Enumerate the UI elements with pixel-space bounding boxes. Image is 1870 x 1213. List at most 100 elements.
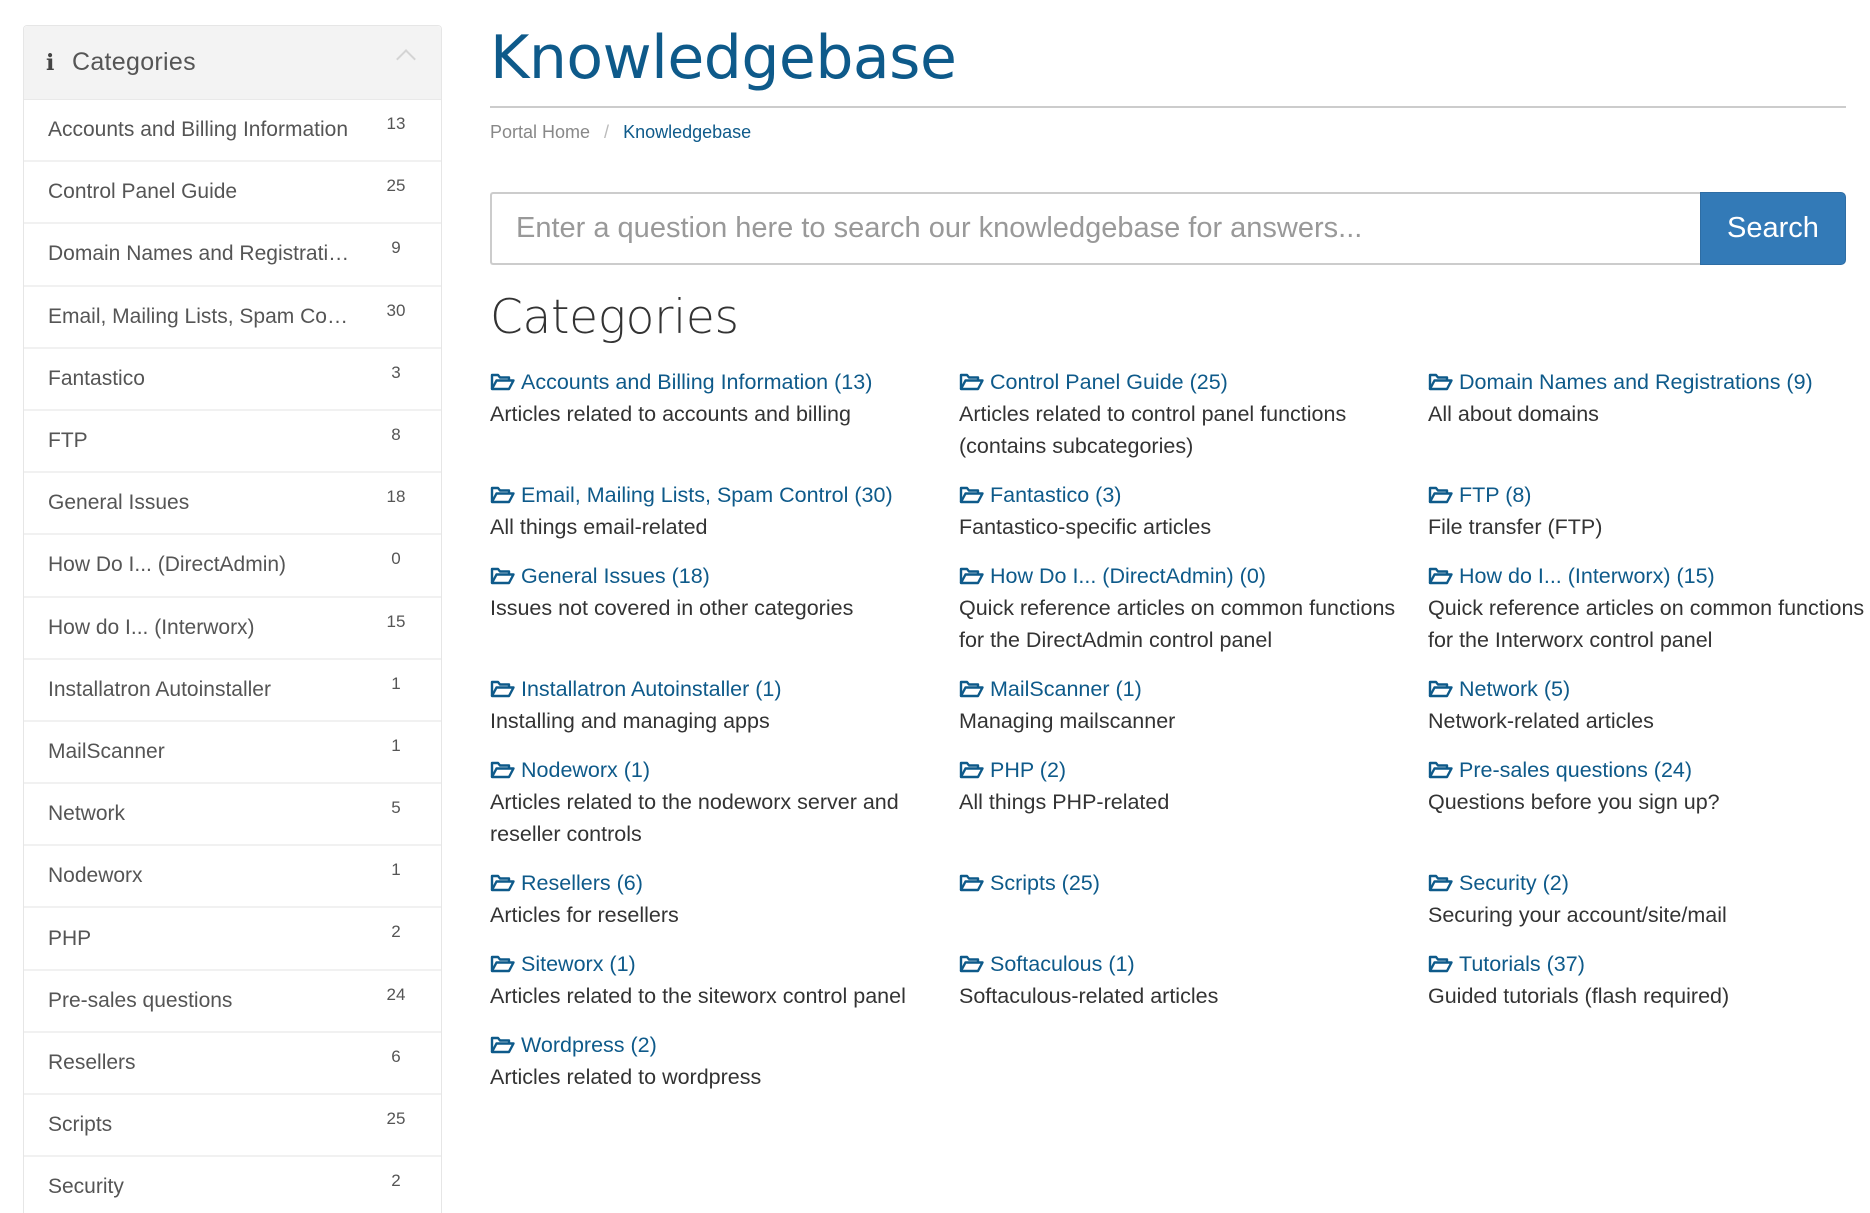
sidebar-item-count-badge: 0 bbox=[391, 549, 401, 569]
search-input[interactable] bbox=[490, 192, 1700, 265]
sidebar-item-label: Fantastico bbox=[48, 366, 145, 390]
sidebar-item-count-badge: 2 bbox=[391, 1171, 401, 1191]
sidebar-item-label: Nodeworx bbox=[48, 864, 143, 888]
category-link-text: FTP (8) bbox=[1459, 483, 1532, 507]
page-title: Knowledgebase bbox=[490, 23, 957, 93]
sidebar-item[interactable]: PHP 2 bbox=[24, 908, 441, 971]
sidebar-item[interactable]: Accounts and Billing Information 13 bbox=[24, 100, 441, 163]
category-description: Issues not covered in other categories bbox=[490, 596, 854, 620]
category-link[interactable]: Resellers (6) bbox=[490, 871, 643, 895]
sidebar-item[interactable]: Control Panel Guide 25 bbox=[24, 162, 441, 225]
category-link[interactable]: Softaculous (1) bbox=[959, 952, 1135, 976]
category-link-text: Tutorials (37) bbox=[1459, 952, 1585, 976]
sidebar-item[interactable]: Domain Names and Registrations 9 bbox=[24, 224, 441, 287]
sidebar-item[interactable]: General Issues 18 bbox=[24, 473, 441, 536]
folder-open-icon bbox=[1428, 955, 1453, 973]
folder-open-icon bbox=[1428, 761, 1453, 779]
breadcrumb-portal-home[interactable]: Portal Home bbox=[490, 122, 590, 143]
category-link[interactable]: Scripts (25) bbox=[959, 871, 1100, 895]
category-description: Questions before you sign up? bbox=[1428, 790, 1720, 814]
category-card: Pre-sales questions (24) Questions befor… bbox=[1428, 754, 1870, 850]
breadcrumb: Portal Home / Knowledgebase bbox=[490, 122, 751, 143]
category-card: How do I... (Interworx) (15) Quick refer… bbox=[1428, 560, 1870, 656]
folder-open-icon bbox=[490, 567, 515, 585]
folder-open-icon bbox=[490, 1036, 515, 1054]
sidebar-item-count-badge: 9 bbox=[391, 238, 401, 258]
folder-open-icon bbox=[959, 373, 984, 391]
sidebar-item-label: Accounts and Billing Information bbox=[48, 118, 348, 142]
category-link[interactable]: Network (5) bbox=[1428, 677, 1570, 701]
sidebar-item[interactable]: MailScanner 1 bbox=[24, 722, 441, 785]
info-icon: i bbox=[46, 49, 55, 76]
sidebar-item-count-badge: 3 bbox=[391, 362, 401, 382]
sidebar-item[interactable]: Resellers 6 bbox=[24, 1033, 441, 1095]
breadcrumb-separator: / bbox=[604, 122, 610, 142]
sidebar-item[interactable]: How do I... (Interworx) 15 bbox=[24, 598, 441, 660]
category-link[interactable]: Fantastico (3) bbox=[959, 483, 1121, 507]
sidebar-item-count-badge: 15 bbox=[386, 611, 406, 631]
folder-open-icon bbox=[1428, 680, 1453, 698]
category-link[interactable]: PHP (2) bbox=[959, 758, 1066, 782]
category-card: Fantastico (3) Fantastico-specific artic… bbox=[959, 479, 1428, 543]
folder-open-icon bbox=[959, 761, 984, 779]
category-card: How Do I... (DirectAdmin) (0) Quick refe… bbox=[959, 560, 1428, 656]
sidebar-item-label: Pre-sales questions bbox=[48, 988, 233, 1012]
search-form: Search bbox=[490, 192, 1846, 265]
sidebar-item[interactable]: Nodeworx 1 bbox=[24, 846, 441, 909]
category-link[interactable]: Nodeworx (1) bbox=[490, 758, 650, 782]
category-description: Securing your account/site/mail bbox=[1428, 903, 1727, 927]
folder-open-icon bbox=[1428, 373, 1453, 391]
category-description: Network-related articles bbox=[1428, 709, 1654, 733]
category-link-text: PHP (2) bbox=[990, 758, 1067, 782]
category-link[interactable]: Installatron Autoinstaller (1) bbox=[490, 677, 782, 701]
category-description: Articles for resellers bbox=[490, 903, 679, 927]
category-link[interactable]: MailScanner (1) bbox=[959, 677, 1142, 701]
sidebar-item-count-badge: 18 bbox=[386, 487, 406, 507]
category-link[interactable]: Siteworx (1) bbox=[490, 952, 636, 976]
category-link[interactable]: Email, Mailing Lists, Spam Control (30) bbox=[490, 483, 893, 507]
folder-open-icon bbox=[959, 486, 984, 504]
breadcrumb-current[interactable]: Knowledgebase bbox=[623, 122, 751, 143]
category-link[interactable]: FTP (8) bbox=[1428, 483, 1531, 507]
folder-open-icon bbox=[490, 373, 515, 391]
category-link-text: Scripts (25) bbox=[990, 871, 1100, 895]
chevron-up-icon[interactable] bbox=[396, 49, 416, 69]
category-link[interactable]: General Issues (18) bbox=[490, 564, 710, 588]
category-link[interactable]: How Do I... (DirectAdmin) (0) bbox=[959, 564, 1266, 588]
sidebar-item[interactable]: Scripts 25 bbox=[24, 1095, 441, 1158]
category-description: All things email-related bbox=[490, 515, 708, 539]
sidebar-item-label: PHP bbox=[48, 926, 92, 950]
categories-sidebar: i Categories Accounts and Billing Inform… bbox=[23, 25, 442, 1213]
category-card: Accounts and Billing Information (13) Ar… bbox=[490, 366, 959, 462]
category-link[interactable]: Domain Names and Registrations (9) bbox=[1428, 370, 1813, 394]
category-link-text: How Do I... (DirectAdmin) (0) bbox=[990, 564, 1266, 588]
category-description: Guided tutorials (flash required) bbox=[1428, 984, 1730, 1008]
sidebar-item[interactable]: Security 2 bbox=[24, 1157, 441, 1213]
sidebar-item[interactable]: Network 5 bbox=[24, 784, 441, 847]
category-link[interactable]: Control Panel Guide (25) bbox=[959, 370, 1228, 394]
category-link-text: Nodeworx (1) bbox=[521, 758, 651, 782]
category-link[interactable]: Pre-sales questions (24) bbox=[1428, 758, 1692, 782]
sidebar-item[interactable]: How Do I... (DirectAdmin) 0 bbox=[24, 535, 441, 598]
sidebar-item-count-badge: 24 bbox=[386, 984, 406, 1004]
sidebar-item-count-badge: 25 bbox=[386, 1109, 406, 1128]
category-link[interactable]: Security (2) bbox=[1428, 871, 1569, 895]
sidebar-item-label: Scripts bbox=[48, 1113, 113, 1137]
category-link[interactable]: Wordpress (2) bbox=[490, 1033, 657, 1057]
search-button[interactable]: Search bbox=[1700, 192, 1846, 265]
sidebar-item[interactable]: Installatron Autoinstaller 1 bbox=[24, 660, 441, 722]
sidebar-category-list: Accounts and Billing Information 13 Cont… bbox=[24, 100, 441, 1213]
category-description: File transfer (FTP) bbox=[1428, 515, 1603, 539]
folder-open-icon bbox=[1428, 874, 1453, 892]
category-link[interactable]: Accounts and Billing Information (13) bbox=[490, 370, 872, 394]
category-card: PHP (2) All things PHP-related bbox=[959, 754, 1428, 850]
sidebar-item[interactable]: Pre-sales questions 24 bbox=[24, 971, 441, 1033]
sidebar-item[interactable]: FTP 8 bbox=[24, 411, 441, 474]
sidebar-item[interactable]: Fantastico 3 bbox=[24, 349, 441, 411]
category-description: Articles related to accounts and billing bbox=[490, 402, 851, 426]
category-link[interactable]: Tutorials (37) bbox=[1428, 952, 1585, 976]
sidebar-item[interactable]: Email, Mailing Lists, Spam Control 30 bbox=[24, 287, 441, 349]
sidebar-header[interactable]: i Categories bbox=[24, 26, 441, 100]
category-link[interactable]: How do I... (Interworx) (15) bbox=[1428, 564, 1715, 588]
category-description: Installing and managing apps bbox=[490, 709, 770, 733]
